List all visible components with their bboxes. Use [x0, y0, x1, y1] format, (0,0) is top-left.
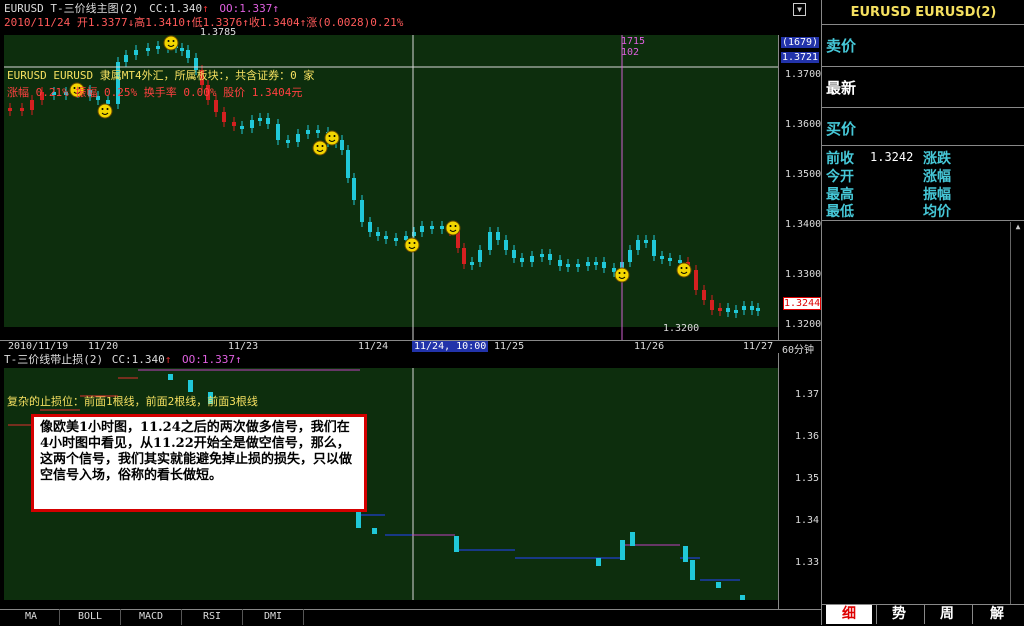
scroll-up-icon[interactable]: ▲ — [1011, 222, 1024, 231]
quote-divider — [822, 145, 1024, 146]
indicator-bar — [630, 532, 635, 546]
tab-dmi[interactable]: DMI — [243, 609, 304, 625]
indicator-bar — [596, 558, 601, 566]
indicator-bar — [683, 546, 688, 562]
prev-close-value: 1.3242 — [870, 150, 914, 164]
avg-price-label: 均价 — [923, 204, 951, 220]
sell-price-label: 卖价 — [826, 37, 857, 55]
low-label: 最低 — [826, 204, 854, 220]
quote-divider — [822, 24, 1024, 25]
tab-rsi[interactable]: RSI — [182, 609, 243, 625]
prev-close-label: 前收 — [826, 151, 854, 167]
annotation-text: 像欧美1小时图，11.24之后的两次做多信号，我们在4小时图中看见，从11.22… — [40, 420, 353, 483]
indicator-bar — [188, 380, 193, 392]
indicator-price-axis: 1.37 1.36 1.35 1.34 1.33 — [778, 353, 822, 609]
indicator-tick: 1.37 — [795, 389, 820, 400]
tab-boll[interactable]: BOLL — [60, 609, 121, 625]
quote-divider — [822, 66, 1024, 67]
indicator-bar — [454, 536, 459, 552]
indicator-tick: 1.36 — [795, 431, 820, 442]
buy-price-label: 买价 — [826, 120, 857, 138]
tab-trend[interactable]: 势 — [876, 605, 921, 624]
tab-detail[interactable]: 细 — [826, 605, 872, 624]
indicator-bar — [716, 582, 721, 588]
indicator-tick: 1.34 — [795, 515, 820, 526]
indicator-tick: 1.33 — [795, 557, 820, 568]
change-label: 涨跌 — [923, 151, 951, 167]
change-pct-label: 涨幅 — [923, 169, 951, 185]
indicator-chart[interactable] — [0, 0, 821, 610]
tab-ma[interactable]: MA — [3, 609, 60, 625]
indicator-bar — [620, 540, 625, 560]
indicator-bar — [740, 595, 745, 600]
indicator-bar — [690, 560, 695, 580]
annotation-callout: 像欧美1小时图，11.24之后的两次做多信号，我们在4小时图中看见，从11.22… — [31, 414, 367, 512]
indicator-tick: 1.35 — [795, 473, 820, 484]
quote-symbol: EURUSD EURUSD(2) — [850, 5, 997, 20]
tab-macd[interactable]: MACD — [121, 609, 182, 625]
latest-price-label: 最新 — [826, 79, 857, 97]
open-label: 今开 — [826, 169, 854, 185]
indicator-bar — [372, 528, 377, 534]
quote-scrollbar[interactable]: ▲ — [1010, 222, 1024, 604]
indicator-bar — [168, 374, 173, 380]
quote-divider — [822, 107, 1024, 108]
tab-explain[interactable]: 解 — [972, 605, 1021, 624]
stop-loss-description: 复杂的止损位：前面1根线，前面2根线，前面3根线 — [7, 395, 258, 408]
tab-week[interactable]: 周 — [924, 605, 969, 624]
